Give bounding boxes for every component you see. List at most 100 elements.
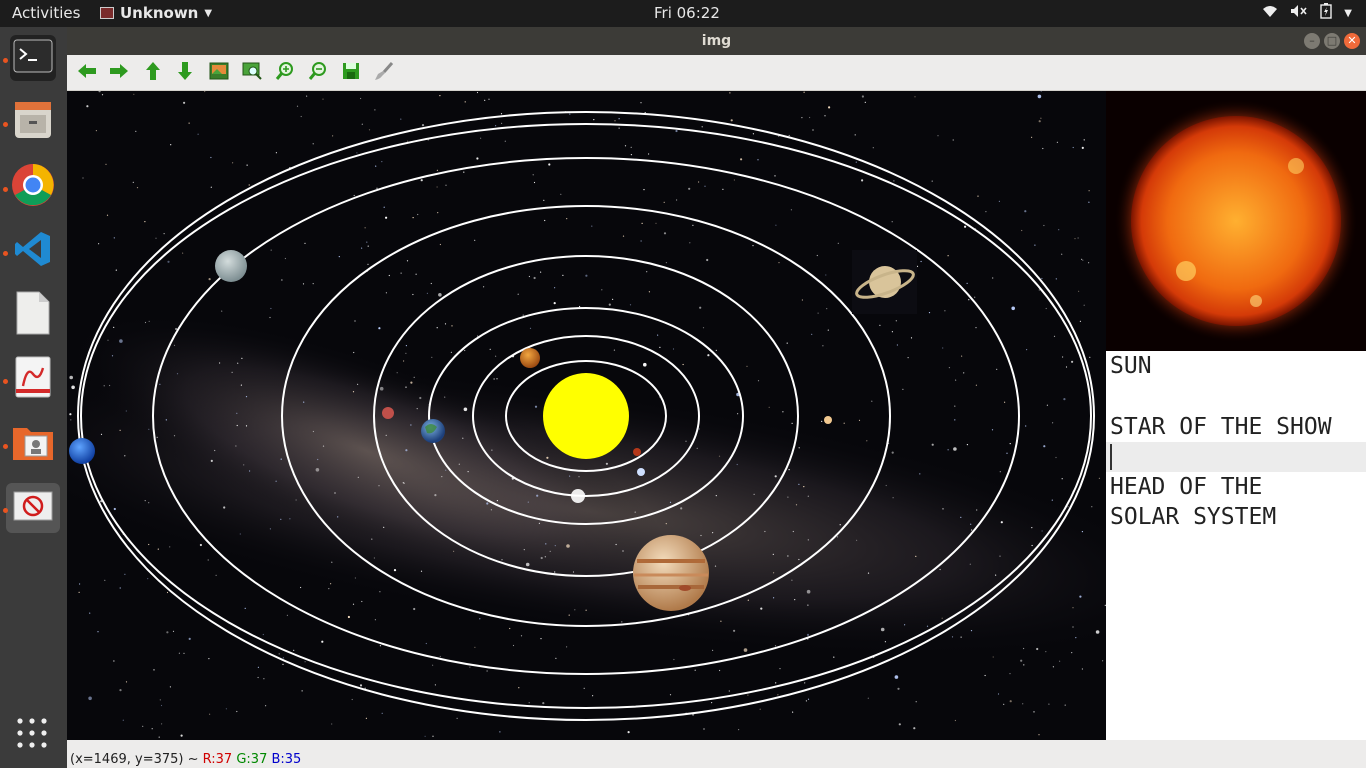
star [512, 644, 515, 647]
app-menu[interactable]: Unknown ▼ [100, 4, 212, 22]
star [269, 316, 271, 319]
star [1034, 244, 1036, 246]
app-icon [100, 7, 114, 19]
star [549, 550, 551, 552]
save-button[interactable] [339, 61, 363, 85]
star [712, 532, 714, 534]
pan-right-button[interactable] [107, 61, 131, 85]
star [854, 134, 856, 136]
star [69, 413, 72, 416]
dock-item-image-viewer[interactable] [10, 421, 56, 467]
star [867, 697, 869, 699]
star [421, 124, 425, 127]
brush-icon [374, 61, 394, 85]
star [554, 545, 556, 547]
star [833, 656, 835, 658]
sun [543, 373, 629, 459]
star [458, 463, 460, 465]
star [158, 736, 160, 738]
star [954, 419, 956, 421]
dock-item-blocked-app[interactable] [6, 483, 60, 533]
star [601, 289, 603, 291]
star [269, 528, 271, 530]
star [1061, 478, 1063, 480]
star [747, 599, 749, 601]
clock[interactable]: Fri 06:22 [654, 4, 720, 22]
pan-down-button[interactable] [173, 61, 197, 85]
description-text[interactable]: SUN STAR OF THE SHOW HEAD OF THE SOLAR S… [1106, 351, 1366, 533]
properties-button[interactable] [372, 61, 396, 85]
star [787, 555, 789, 557]
star [115, 269, 117, 271]
star [312, 143, 314, 145]
zoom-fit-button[interactable] [207, 61, 231, 85]
system-tray[interactable]: ▼ [1262, 3, 1352, 23]
image-canvas[interactable] [67, 91, 1106, 740]
star [159, 699, 161, 701]
star [331, 561, 333, 563]
star [1038, 734, 1040, 736]
star [613, 349, 616, 351]
star [463, 407, 468, 412]
star [219, 362, 221, 364]
star [232, 162, 234, 164]
dock-item-vscode[interactable] [10, 228, 56, 274]
star [968, 299, 970, 301]
star [182, 252, 184, 254]
star [430, 282, 432, 285]
zoom-actual-button[interactable] [240, 61, 264, 85]
star [566, 218, 568, 220]
star [839, 524, 841, 526]
star [476, 91, 479, 94]
star [353, 351, 355, 354]
star [855, 161, 857, 163]
dock-item-text-editor[interactable] [10, 291, 56, 338]
star [792, 711, 794, 713]
star [113, 507, 116, 511]
dock-item-chrome[interactable] [10, 164, 56, 210]
star [952, 139, 954, 141]
zoom-out-button[interactable] [306, 61, 330, 85]
star [1071, 652, 1073, 654]
star [270, 307, 272, 310]
star [871, 400, 873, 402]
star [947, 449, 949, 451]
star [169, 546, 171, 548]
dock-item-terminal[interactable] [10, 35, 56, 81]
zoom-in-button[interactable] [273, 61, 297, 85]
pdf-viewer-icon [13, 356, 53, 402]
star [367, 263, 369, 265]
running-indicator [3, 508, 8, 513]
star [1006, 452, 1008, 454]
star [566, 646, 568, 648]
star [1043, 445, 1046, 448]
pan-left-button[interactable] [75, 61, 99, 85]
activities-button[interactable]: Activities [12, 4, 80, 22]
window-titlebar[interactable]: img – □ ✕ [67, 27, 1366, 55]
minimize-icon[interactable]: – [1304, 33, 1320, 49]
star [491, 449, 493, 451]
dock-item-file-manager[interactable] [10, 99, 56, 145]
star [1079, 595, 1082, 598]
star [747, 694, 749, 696]
star [367, 245, 369, 247]
star [295, 499, 297, 501]
close-icon[interactable]: ✕ [1344, 33, 1360, 49]
star [798, 483, 800, 485]
star [364, 227, 366, 229]
star [474, 646, 476, 649]
star [904, 624, 906, 626]
star [1048, 703, 1050, 705]
star [622, 235, 625, 237]
star [166, 631, 169, 634]
description-line-cursor[interactable] [1106, 441, 1366, 473]
star [296, 105, 299, 107]
pan-up-button[interactable] [141, 61, 165, 85]
star [439, 243, 441, 246]
star [148, 428, 150, 430]
grid-icon[interactable] [16, 717, 48, 753]
dock-item-document-viewer[interactable] [10, 356, 56, 402]
star [618, 118, 620, 120]
maximize-icon[interactable]: □ [1324, 33, 1340, 49]
star [812, 129, 814, 131]
